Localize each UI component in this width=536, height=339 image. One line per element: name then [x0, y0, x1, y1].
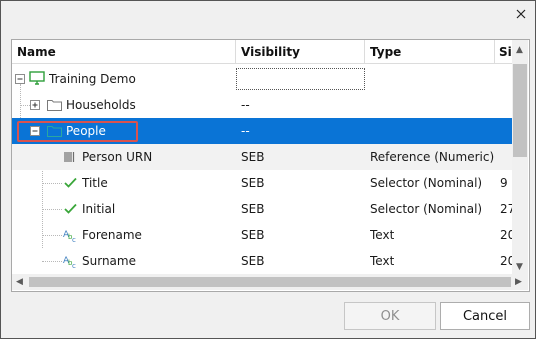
type-value: Reference (Numeric)	[370, 150, 495, 164]
column-header-bar: Name Visibility Type Si	[12, 40, 512, 64]
column-header-type[interactable]: Type	[365, 40, 495, 64]
type-value: Text	[370, 228, 395, 242]
column-header-size[interactable]: Si	[495, 40, 512, 64]
visibility-value: SEB	[241, 228, 265, 242]
checkmark-icon	[64, 177, 77, 188]
tree-item-label: Households	[66, 98, 136, 112]
tree-item-label: Initial	[82, 202, 116, 216]
tree-item-label: Training Demo	[49, 72, 136, 86]
visibility-value: SEB	[241, 176, 265, 190]
size-value: 9	[500, 176, 508, 190]
column-header-name[interactable]: Name	[12, 40, 236, 64]
collapse-icon[interactable]	[15, 74, 25, 84]
visibility-value: SEB	[241, 254, 265, 268]
tree-row-title[interactable]: Title SEB Selector (Nominal) 9	[12, 170, 512, 196]
expand-icon[interactable]	[30, 100, 40, 110]
vertical-scroll-thumb[interactable]	[513, 64, 527, 157]
cancel-button[interactable]: Cancel	[440, 302, 530, 330]
tree-item-label: Forename	[82, 228, 142, 242]
tree-row-initial[interactable]: Initial SEB Selector (Nominal) 27	[12, 196, 515, 222]
tree-row-person-urn[interactable]: Person URN SEB Reference (Numeric)	[12, 144, 512, 170]
scroll-left-icon[interactable]: ◀	[16, 276, 23, 288]
scroll-up-icon[interactable]: ▲	[516, 44, 523, 56]
tree-item-label: Title	[82, 176, 108, 190]
checkmark-icon	[64, 203, 77, 214]
svg-text:c: c	[72, 236, 76, 243]
barcode-icon	[64, 152, 75, 162]
visibility-value: SEB	[241, 150, 265, 164]
type-value: Selector (Nominal)	[370, 202, 483, 216]
horizontal-scroll-thumb[interactable]	[29, 277, 511, 287]
close-button[interactable]	[508, 3, 534, 25]
tree-row-surname[interactable]: Abc Surname SEB Text 20	[12, 248, 515, 274]
tree-row-forename[interactable]: Abc Forename SEB Text 20	[12, 222, 515, 248]
text-abc-icon: Ab c	[63, 256, 76, 269]
tree-list[interactable]: Name Visibility Type Si Training Demo Ho…	[11, 39, 530, 292]
scroll-down-icon[interactable]: ▼	[516, 261, 523, 273]
visibility-value: SEB	[241, 202, 265, 216]
svg-text:c: c	[72, 262, 76, 269]
tree-row-households[interactable]: Households --	[12, 92, 512, 118]
text-abc-icon: Ab c	[63, 230, 76, 243]
visibility-edit-box[interactable]	[236, 68, 365, 90]
computer-icon	[29, 71, 45, 85]
scroll-right-icon[interactable]: ▶	[515, 276, 522, 288]
tree-item-label: Surname	[82, 254, 136, 268]
ok-button[interactable]: OK	[344, 302, 436, 330]
visibility-value: --	[241, 98, 250, 112]
tree-item-label: Person URN	[82, 150, 153, 164]
highlight-box	[17, 121, 138, 142]
close-icon	[516, 9, 526, 19]
dialog: Name Visibility Type Si Training Demo Ho…	[0, 0, 536, 339]
column-header-visibility[interactable]: Visibility	[236, 40, 365, 64]
type-value: Selector (Nominal)	[370, 176, 483, 190]
folder-icon	[47, 100, 62, 111]
visibility-value: --	[241, 124, 250, 138]
type-value: Text	[370, 254, 395, 268]
